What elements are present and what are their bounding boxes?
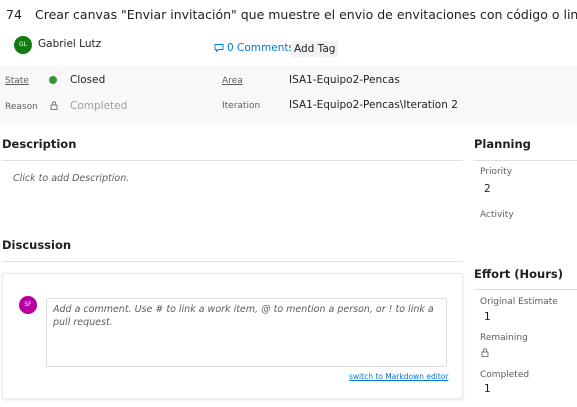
work-item-title[interactable]: Crear canvas "Enviar invitación" que mue…	[35, 7, 577, 22]
assignee-avatar[interactable]: GL	[14, 36, 32, 54]
original-estimate-field[interactable]: 1	[484, 311, 491, 323]
remaining-lock-icon	[481, 348, 489, 357]
state-dropdown[interactable]: Closed	[70, 74, 105, 86]
description-editor[interactable]: Click to add Description.	[13, 173, 129, 184]
current-user-avatar: SF	[19, 296, 37, 314]
comment-input[interactable]: Add a comment. Use # to link a work item…	[46, 298, 447, 367]
area-field[interactable]: ISA1-Equipo2-Pencas	[289, 74, 400, 86]
effort-divider	[474, 289, 577, 290]
work-item-fields: State Closed Reason Completed Area ISA1-…	[0, 66, 577, 123]
description-divider	[2, 160, 463, 161]
iteration-label: Iteration	[222, 101, 261, 111]
state-label: State	[5, 76, 29, 86]
work-item-id: 74	[6, 7, 22, 22]
priority-field[interactable]: 2	[484, 183, 491, 195]
iteration-field[interactable]: ISA1-Equipo2-Pencas\Iteration 2	[289, 99, 458, 111]
work-item-header: 74 Crear canvas "Enviar invitación" que …	[0, 0, 577, 64]
comment-icon	[214, 44, 224, 53]
completed-label: Completed	[480, 370, 530, 380]
description-title: Description	[2, 137, 77, 151]
completed-field[interactable]: 1	[484, 383, 491, 395]
lock-icon	[50, 101, 58, 110]
comments-link[interactable]: 0 Comments	[214, 42, 294, 54]
add-tag-button[interactable]: Add Tag	[291, 41, 339, 57]
state-status-dot	[49, 76, 57, 84]
remaining-label: Remaining	[480, 333, 528, 343]
planning-title: Planning	[474, 137, 531, 151]
original-estimate-label: Original Estimate	[480, 297, 558, 307]
planning-divider	[474, 160, 577, 161]
priority-label: Priority	[480, 167, 513, 177]
reason-label: Reason	[5, 102, 38, 112]
comments-count-label: 0 Comments	[227, 42, 294, 54]
activity-label: Activity	[480, 210, 514, 220]
effort-title: Effort (Hours)	[474, 267, 563, 281]
area-label: Area	[222, 76, 243, 86]
assignee-name[interactable]: Gabriel Lutz	[38, 38, 101, 50]
discussion-title: Discussion	[2, 238, 72, 252]
reason-field: Completed	[70, 100, 128, 112]
markdown-editor-link[interactable]: switch to Markdown editor	[349, 372, 448, 381]
discussion-divider	[2, 261, 463, 262]
